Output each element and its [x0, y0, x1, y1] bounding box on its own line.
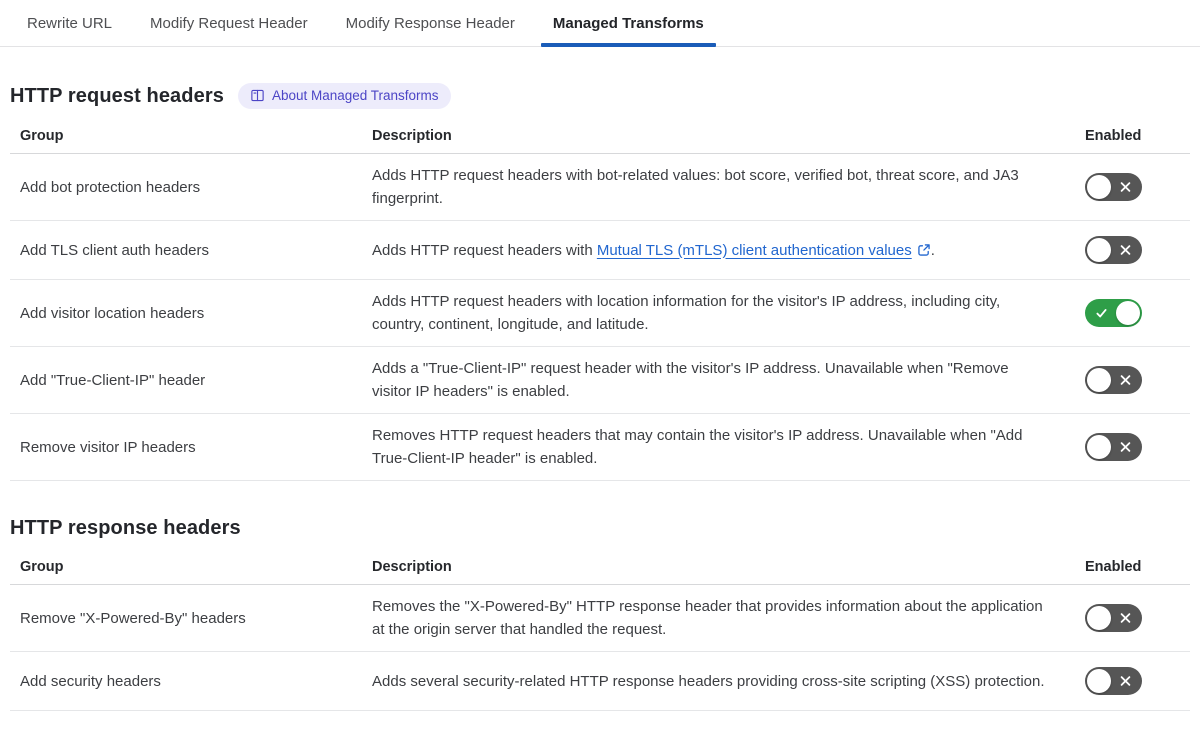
toggle-off[interactable] — [1085, 667, 1142, 695]
description-cell: Removes the "X-Powered-By" HTTP response… — [372, 584, 1075, 652]
table-header-row: Group Description Enabled — [10, 119, 1190, 154]
enabled-cell — [1075, 153, 1190, 221]
toggle-knob — [1087, 368, 1111, 392]
group-cell: Add "True-Client-IP" header — [10, 346, 372, 414]
table-row: Remove "X-Powered-By" headers Removes the… — [10, 584, 1190, 652]
group-cell: Add visitor location headers — [10, 279, 372, 347]
toggle-off[interactable] — [1085, 366, 1142, 394]
enabled-cell — [1075, 413, 1190, 481]
description-text: . — [930, 241, 935, 259]
request-headers-rows: Add bot protection headers Adds HTTP requ… — [10, 153, 1190, 481]
tab-modify-response-header[interactable]: Modify Response Header — [334, 0, 527, 46]
table-row: Add visitor location headers Adds HTTP re… — [10, 279, 1190, 347]
column-header-enabled: Enabled — [1075, 550, 1190, 585]
toggle-knob — [1087, 669, 1111, 693]
response-section-header: HTTP response headers — [10, 517, 1190, 540]
toggle-off[interactable] — [1085, 604, 1142, 632]
toggle-knob — [1087, 435, 1111, 459]
group-cell: Add TLS client auth headers — [10, 220, 372, 280]
group-cell: Add security headers — [10, 651, 372, 711]
request-section-header: HTTP request headers About Managed Trans… — [10, 83, 1190, 109]
enabled-cell — [1075, 279, 1190, 347]
enabled-cell — [1075, 220, 1190, 280]
column-header-group: Group — [10, 550, 372, 585]
table-row: Add security headers Adds several securit… — [10, 651, 1190, 711]
description-cell: Adds HTTP request headers with Mutual TL… — [372, 220, 1075, 280]
x-icon — [1119, 675, 1132, 688]
toggle-knob — [1087, 175, 1111, 199]
enabled-cell — [1075, 584, 1190, 652]
response-headers-rows: Remove "X-Powered-By" headers Removes the… — [10, 584, 1190, 711]
enabled-cell — [1075, 651, 1190, 711]
enabled-cell — [1075, 346, 1190, 414]
mtls-docs-link[interactable]: Mutual TLS (mTLS) client authentication … — [597, 242, 931, 259]
toggle-knob — [1087, 606, 1111, 630]
toggle-knob — [1116, 301, 1140, 325]
tab-modify-request-header[interactable]: Modify Request Header — [138, 0, 320, 46]
description-cell: Adds several security-related HTTP respo… — [372, 651, 1075, 711]
x-icon — [1119, 374, 1132, 387]
external-link-icon — [912, 242, 931, 259]
x-icon — [1119, 612, 1132, 625]
badge-label: About Managed Transforms — [271, 88, 439, 103]
tab-managed-transforms[interactable]: Managed Transforms — [540, 0, 716, 47]
description-cell: Adds HTTP request headers with location … — [372, 279, 1075, 347]
group-cell: Remove visitor IP headers — [10, 413, 372, 481]
request-headers-table: Group Description Enabled Add bot protec… — [10, 119, 1190, 481]
description-cell: Adds a "True-Client-IP" request header w… — [372, 346, 1075, 414]
toggle-off[interactable] — [1085, 433, 1142, 461]
table-row: Add "True-Client-IP" header Adds a "True-… — [10, 346, 1190, 414]
table-row: Add TLS client auth headers Adds HTTP req… — [10, 220, 1190, 280]
column-header-enabled: Enabled — [1075, 119, 1190, 154]
tab-rewrite-url[interactable]: Rewrite URL — [15, 0, 124, 46]
tab-bar: Rewrite URL Modify Request Header Modify… — [0, 0, 1200, 47]
response-headers-table: Group Description Enabled Remove "X-Powe… — [10, 550, 1190, 711]
toggle-off[interactable] — [1085, 173, 1142, 201]
toggle-off[interactable] — [1085, 236, 1142, 264]
column-header-group: Group — [10, 119, 372, 154]
description-cell: Removes HTTP request headers that may co… — [372, 413, 1075, 481]
column-header-description: Description — [372, 550, 1075, 585]
check-icon — [1095, 307, 1108, 320]
request-section-title: HTTP request headers — [10, 84, 224, 107]
x-icon — [1119, 244, 1132, 257]
description-cell: Adds HTTP request headers with bot-relat… — [372, 153, 1075, 221]
x-icon — [1119, 181, 1132, 194]
description-text: Adds HTTP request headers with — [372, 241, 597, 259]
table-row: Add bot protection headers Adds HTTP requ… — [10, 153, 1190, 221]
toggle-on[interactable] — [1085, 299, 1142, 327]
book-icon — [250, 88, 265, 103]
x-icon — [1119, 441, 1132, 454]
table-row: Remove visitor IP headers Removes HTTP re… — [10, 413, 1190, 481]
toggle-knob — [1087, 238, 1111, 262]
about-managed-transforms-badge[interactable]: About Managed Transforms — [237, 83, 451, 109]
response-section-title: HTTP response headers — [10, 517, 241, 539]
group-cell: Add bot protection headers — [10, 153, 372, 221]
table-header-row: Group Description Enabled — [10, 550, 1190, 585]
column-header-description: Description — [372, 119, 1075, 154]
group-cell: Remove "X-Powered-By" headers — [10, 584, 372, 652]
